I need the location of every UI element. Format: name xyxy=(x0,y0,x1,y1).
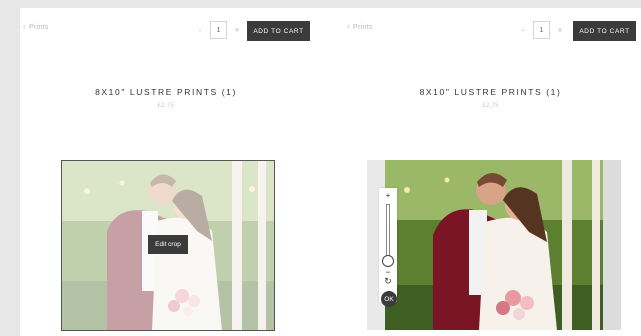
quantity-field[interactable]: 1 xyxy=(533,21,550,39)
back-label: Prints xyxy=(28,24,49,31)
page: ‹ Prints - 1 + ADD TO CART 8X10" LUSTRE P… xyxy=(20,8,641,336)
back-link[interactable]: ‹ Prints xyxy=(347,22,373,31)
back-link[interactable]: ‹ Prints xyxy=(23,22,49,31)
add-to-cart-button[interactable]: ADD TO CART xyxy=(247,21,310,41)
rotate-icon[interactable]: ↻ xyxy=(379,276,397,287)
quantity-stepper: - 1 + xyxy=(194,21,243,39)
product-title: 8X10" LUSTRE PRINTS (1) xyxy=(95,87,237,97)
chevron-left-icon: ‹ xyxy=(23,22,26,31)
zoom-slider[interactable] xyxy=(386,204,390,260)
zoom-control: + − ↻ xyxy=(379,188,397,302)
decrement-button[interactable]: - xyxy=(194,25,206,35)
increment-button[interactable]: + xyxy=(231,25,243,35)
quantity-stepper: - 1 + xyxy=(517,21,566,39)
product-price: £2.75 xyxy=(157,103,175,109)
zoom-slider-handle[interactable] xyxy=(382,255,394,267)
product-panel-left: ‹ Prints - 1 + ADD TO CART 8X10" LUSTRE P… xyxy=(20,8,330,336)
product-panel-right: ‹ Prints - 1 + ADD TO CART 8X10" LUSTRE P… xyxy=(340,8,641,336)
crop-editor-photo[interactable] xyxy=(367,160,621,330)
print-preview[interactable]: Edit crop xyxy=(61,160,275,331)
zoom-in-button[interactable]: + xyxy=(379,191,397,200)
quantity-field[interactable]: 1 xyxy=(210,21,227,39)
decrement-button[interactable]: - xyxy=(517,25,529,35)
back-label: Prints xyxy=(352,24,373,31)
wedding-photo xyxy=(367,160,621,330)
edit-crop-button[interactable]: Edit crop xyxy=(148,235,188,254)
product-price: £2.75 xyxy=(482,103,499,109)
product-title: 8X10" LUSTRE PRINTS (1) xyxy=(419,87,562,97)
increment-button[interactable]: + xyxy=(554,25,566,35)
ok-button[interactable]: OK xyxy=(381,291,397,307)
chevron-left-icon: ‹ xyxy=(347,22,350,31)
add-to-cart-button[interactable]: ADD TO CART xyxy=(573,21,636,41)
